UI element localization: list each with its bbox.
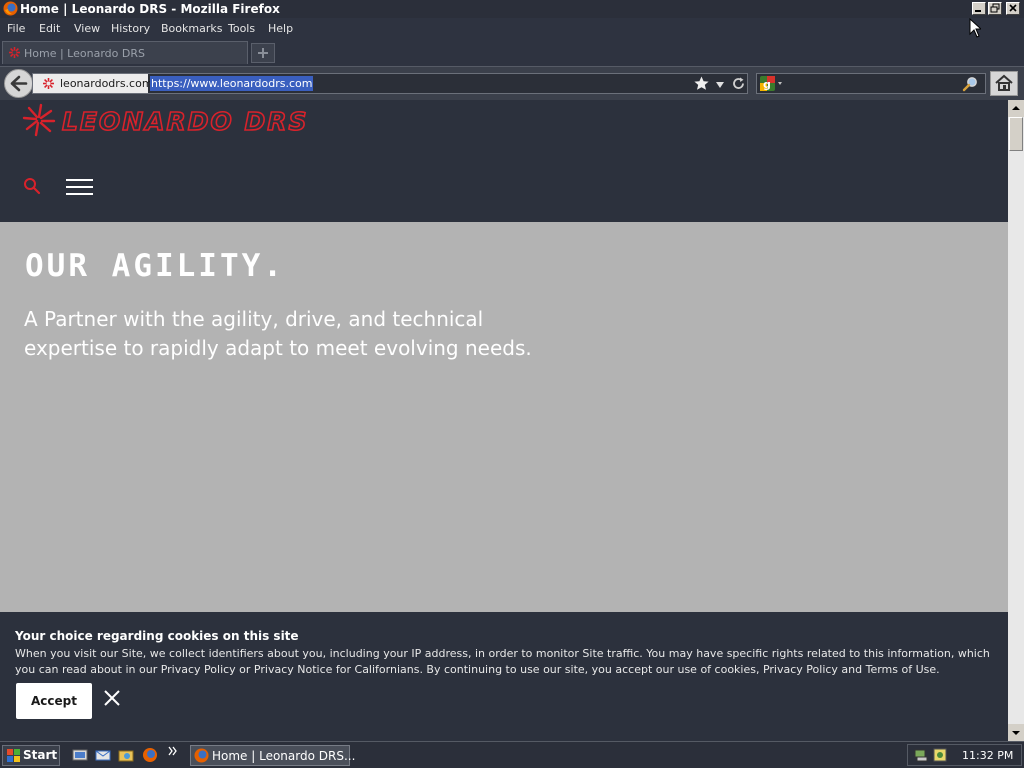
leonardo-drs-logo[interactable]: LEONARDO DRS (22, 101, 312, 142)
menu-bar: File Edit View History Bookmarks Tools H… (0, 18, 1024, 39)
menu-history[interactable]: History (111, 22, 150, 35)
site-identity-button[interactable]: leonardodrs.com (33, 74, 153, 93)
start-label: Start (23, 748, 58, 762)
restore-button[interactable] (988, 2, 1002, 15)
home-icon (995, 74, 1013, 91)
menu-view[interactable]: View (74, 22, 100, 35)
site-identity-label: leonardodrs.com (60, 77, 153, 90)
clock: 11:32 PM (962, 749, 1014, 762)
taskbar-firefox-window[interactable]: Home | Leonardo DRS... (190, 745, 355, 766)
url-text[interactable]: https://www.leonardodrs.com (150, 76, 314, 91)
history-dropdown-icon[interactable] (715, 79, 725, 92)
leonardo-favicon (8, 46, 21, 62)
url-bar[interactable]: leonardodrs.com https://www.leonardodrs.… (32, 73, 748, 94)
svg-text:g: g (763, 78, 771, 91)
scrollbar-thumb[interactable] (1009, 117, 1023, 151)
firefox-quicklaunch-icon[interactable] (142, 747, 158, 766)
hamburger-menu-icon[interactable] (66, 178, 94, 199)
search-bar[interactable]: g (756, 73, 986, 94)
quicklaunch-overflow-icon[interactable] (168, 745, 178, 760)
close-window-button[interactable] (1006, 2, 1020, 15)
volume-tray-icon[interactable] (933, 747, 949, 766)
menu-help[interactable]: Help (268, 22, 293, 35)
network-tray-icon[interactable] (913, 747, 929, 766)
tab-strip: Home | Leonardo DRS (0, 39, 1024, 66)
tab-title: Home | Leonardo DRS (24, 47, 145, 60)
page-viewport: LEONARDO DRS OUR AGILITY. A Partner with… (0, 100, 1008, 741)
windows-logo-icon (7, 749, 21, 766)
site-search-icon[interactable] (23, 177, 41, 198)
mouse-cursor-icon (969, 17, 983, 41)
show-desktop-icon[interactable] (72, 747, 88, 766)
close-icon[interactable] (103, 689, 121, 707)
explorer-icon[interactable] (118, 747, 134, 766)
firefox-icon (3, 1, 18, 16)
system-tray: 11:32 PM (907, 744, 1022, 766)
outlook-express-icon[interactable] (95, 747, 111, 766)
site-header: LEONARDO DRS (0, 100, 1008, 222)
menu-file[interactable]: File (7, 22, 25, 35)
hero-description: A Partner with the agility, drive, and t… (24, 307, 532, 360)
start-button[interactable]: Start (2, 745, 60, 766)
accept-cookies-button[interactable]: Accept (16, 683, 92, 719)
reload-icon[interactable] (731, 76, 746, 94)
navigation-bar: leonardodrs.com https://www.leonardodrs.… (0, 66, 1024, 100)
cookie-banner: Your choice regarding cookies on this si… (0, 612, 1008, 741)
menu-bookmarks[interactable]: Bookmarks (161, 22, 222, 35)
scroll-up-button[interactable] (1008, 100, 1024, 117)
menu-tools[interactable]: Tools (228, 22, 255, 35)
vertical-scrollbar[interactable] (1008, 100, 1024, 741)
tab-home[interactable]: Home | Leonardo DRS (2, 41, 248, 64)
cookie-banner-text: When you visit our Site, we collect iden… (15, 647, 990, 676)
taskbar: Start Home | Leonardo DRS... 11:32 PM (0, 741, 1024, 768)
google-search-engine-icon[interactable]: g (760, 76, 784, 94)
minimize-button[interactable] (972, 2, 986, 15)
home-button[interactable] (990, 71, 1018, 96)
taskbar-window-label: Home | Leonardo DRS... (212, 749, 356, 763)
window-title: Home | Leonardo DRS - Mozilla Firefox (20, 2, 280, 16)
svg-text:LEONARDO DRS: LEONARDO DRS (62, 107, 309, 136)
scroll-down-button[interactable] (1008, 724, 1024, 741)
new-tab-button[interactable] (251, 43, 275, 63)
hero-title: OUR AGILITY. (25, 248, 285, 284)
menu-edit[interactable]: Edit (39, 22, 60, 35)
search-magnifier-icon[interactable] (962, 76, 979, 95)
cookie-banner-title: Your choice regarding cookies on this si… (15, 629, 299, 643)
window-title-bar: Home | Leonardo DRS - Mozilla Firefox (0, 0, 1024, 18)
firefox-task-icon (194, 748, 209, 766)
bookmark-star-icon[interactable] (693, 75, 710, 95)
back-button[interactable] (4, 69, 33, 98)
site-favicon (42, 77, 55, 93)
back-arrow-icon (10, 75, 28, 92)
